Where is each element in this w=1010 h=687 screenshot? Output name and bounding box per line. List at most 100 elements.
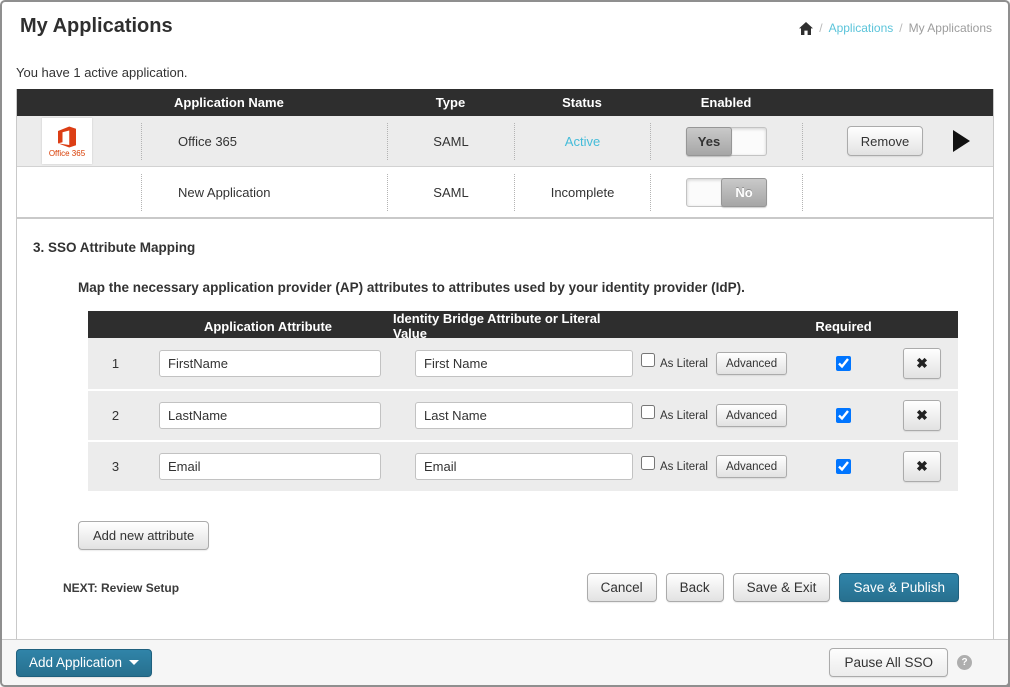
- attribute-mapping-header: Application Attribute Identity Bridge At…: [88, 311, 958, 338]
- application-logo-cell: Office 365: [17, 123, 141, 160]
- expand-arrow-icon[interactable]: [953, 130, 970, 152]
- required-checkbox[interactable]: [836, 459, 851, 474]
- as-literal-label: As Literal: [660, 358, 708, 370]
- remove-cell: ✖: [891, 451, 958, 482]
- enabled-toggle-handle[interactable]: Yes: [686, 127, 732, 156]
- breadcrumb-separator: /: [819, 21, 822, 35]
- application-enabled-cell: No: [650, 174, 802, 211]
- application-actions-cell: Remove: [802, 123, 993, 160]
- remove-attribute-button[interactable]: ✖: [903, 451, 941, 482]
- office-365-logo-glyph: [55, 125, 79, 149]
- header-application-name: Application Name: [141, 89, 387, 116]
- header-literal-spacer: [636, 311, 796, 341]
- application-attribute-input[interactable]: [159, 402, 381, 429]
- breadcrumb-link-applications[interactable]: Applications: [829, 21, 894, 35]
- header-remove-spacer: [891, 311, 958, 341]
- application-attribute-input[interactable]: [159, 453, 381, 480]
- office-365-logo: Office 365: [42, 118, 92, 164]
- advanced-button[interactable]: Advanced: [716, 404, 787, 427]
- as-literal-checkbox[interactable]: [641, 405, 655, 419]
- required-checkbox[interactable]: [836, 408, 851, 423]
- applications-table: Application Name Type Status Enabled Off…: [16, 89, 994, 219]
- remove-application-button[interactable]: Remove: [847, 126, 923, 156]
- application-attribute-input[interactable]: [159, 350, 381, 377]
- idp-attribute-input[interactable]: [415, 402, 633, 429]
- header-icon-spacer: [17, 89, 141, 116]
- required-cell: [796, 459, 891, 474]
- application-row-new-application: New Application SAML Incomplete No: [17, 167, 993, 218]
- application-name: New Application: [141, 174, 387, 211]
- remove-attribute-icon: ✖: [916, 355, 928, 372]
- my-applications-page: My Applications / Applications / My Appl…: [0, 0, 1010, 687]
- add-application-label: Add Application: [29, 655, 122, 670]
- header-required: Required: [796, 311, 891, 341]
- pause-all-sso-button[interactable]: Pause All SSO: [829, 648, 948, 677]
- help-icon[interactable]: ?: [957, 655, 972, 670]
- save-and-publish-button[interactable]: Save & Publish: [839, 573, 959, 602]
- header-status: Status: [514, 89, 650, 116]
- back-button[interactable]: Back: [666, 573, 724, 602]
- sso-configuration-panel: 3. SSO Attribute Mapping Map the necessa…: [16, 219, 994, 643]
- remove-attribute-button[interactable]: ✖: [903, 400, 941, 431]
- section-heading: 3. SSO Attribute Mapping: [17, 219, 993, 255]
- attribute-row-3: 3 As Literal Advanced ✖: [88, 440, 958, 491]
- attribute-row-index: 3: [88, 459, 143, 474]
- remove-cell: ✖: [891, 400, 958, 431]
- as-literal-checkbox[interactable]: [641, 353, 655, 367]
- save-and-exit-button[interactable]: Save & Exit: [733, 573, 831, 602]
- attribute-row-index: 2: [88, 408, 143, 423]
- required-checkbox[interactable]: [836, 356, 851, 371]
- application-actions-cell: [802, 174, 993, 211]
- application-enabled-cell: Yes: [650, 123, 802, 160]
- enabled-toggle[interactable]: Yes: [686, 127, 767, 156]
- advanced-button[interactable]: Advanced: [716, 352, 787, 375]
- section-description: Map the necessary application provider (…: [17, 255, 993, 295]
- header-enabled: Enabled: [650, 89, 802, 116]
- remove-cell: ✖: [891, 348, 958, 379]
- literal-cell: As Literal Advanced: [636, 455, 796, 478]
- application-type: SAML: [387, 123, 514, 160]
- idp-attribute-input[interactable]: [415, 350, 633, 377]
- breadcrumb-current: My Applications: [909, 21, 992, 35]
- header-idp-attribute: Identity Bridge Attribute or Literal Val…: [393, 311, 636, 341]
- header-application-attribute: Application Attribute: [143, 311, 393, 341]
- header-type: Type: [387, 89, 514, 116]
- enabled-toggle[interactable]: No: [686, 178, 767, 207]
- application-row-office-365: Office 365 Office 365 SAML Active Yes Re…: [17, 116, 993, 167]
- add-application-button[interactable]: Add Application: [16, 649, 152, 677]
- wizard-action-row: NEXT: Review Setup Cancel Back Save & Ex…: [63, 573, 959, 602]
- add-new-attribute-button[interactable]: Add new attribute: [78, 521, 209, 550]
- breadcrumb-separator: /: [899, 21, 902, 35]
- footer-bar: Add Application Pause All SSO ?: [2, 639, 1008, 685]
- applications-table-header: Application Name Type Status Enabled: [17, 89, 993, 116]
- as-literal-label: As Literal: [660, 410, 708, 422]
- remove-attribute-icon: ✖: [916, 458, 928, 475]
- header-index-spacer: [88, 311, 143, 341]
- application-type: SAML: [387, 174, 514, 211]
- advanced-button[interactable]: Advanced: [716, 455, 787, 478]
- page-title: My Applications: [20, 15, 173, 38]
- idp-attribute-input[interactable]: [415, 453, 633, 480]
- remove-attribute-button[interactable]: ✖: [903, 348, 941, 379]
- cancel-button[interactable]: Cancel: [587, 573, 657, 602]
- application-status: Incomplete: [514, 174, 650, 211]
- attribute-mapping-table: Application Attribute Identity Bridge At…: [88, 311, 958, 491]
- office-365-logo-text: Office 365: [49, 150, 85, 158]
- dropdown-caret-icon: [129, 660, 139, 665]
- literal-cell: As Literal Advanced: [636, 404, 796, 427]
- wizard-buttons: Cancel Back Save & Exit Save & Publish: [587, 573, 959, 602]
- remove-attribute-icon: ✖: [916, 407, 928, 424]
- header-actions-spacer: [802, 89, 993, 116]
- required-cell: [796, 408, 891, 423]
- attribute-row-2: 2 As Literal Advanced ✖: [88, 389, 958, 440]
- breadcrumb: / Applications / My Applications: [799, 21, 992, 35]
- enabled-toggle-handle[interactable]: No: [721, 178, 767, 207]
- home-icon[interactable]: [799, 22, 813, 35]
- literal-cell: As Literal Advanced: [636, 352, 796, 375]
- as-literal-checkbox[interactable]: [641, 456, 655, 470]
- required-cell: [796, 356, 891, 371]
- page-header: My Applications / Applications / My Appl…: [2, 2, 1008, 38]
- application-status: Active: [514, 123, 650, 160]
- attribute-row-index: 1: [88, 356, 143, 371]
- active-application-count-text: You have 1 active application.: [16, 65, 1008, 80]
